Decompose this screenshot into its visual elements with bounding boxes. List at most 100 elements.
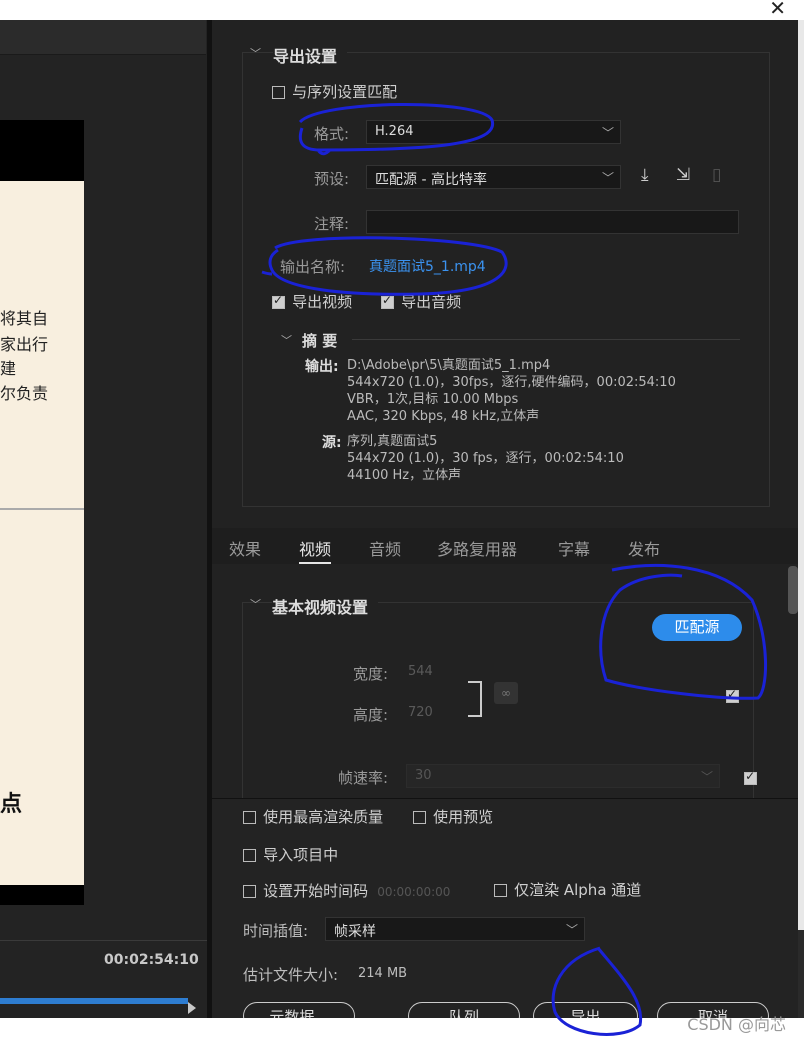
summary-line: VBR，1次,目标 10.00 Mbps <box>347 392 519 407</box>
window-edge-dark <box>798 930 804 1020</box>
basic-video-settings-title: 基本视频设置 <box>272 594 379 618</box>
preset-dropdown[interactable]: 匹配源 - 高比特率 ﹀ <box>366 165 621 189</box>
tab-multiplexer[interactable]: 多路复用器 <box>437 536 517 560</box>
format-dropdown[interactable]: H.264 ﹀ <box>366 120 621 144</box>
start-timecode-value[interactable]: 00:00:00:00 <box>377 885 450 899</box>
max-render-quality-label: 使用最高渲染质量 <box>263 808 384 826</box>
timeline-progress-bar[interactable] <box>0 998 188 1004</box>
max-render-quality-checkbox[interactable]: 使用最高渲染质量 <box>243 806 383 827</box>
playhead-icon[interactable] <box>188 1002 196 1014</box>
checkbox-icon[interactable] <box>413 811 426 824</box>
window-bottom-bar <box>0 1018 804 1042</box>
summary-line: 544x720 (1.0)，30fps，逐行,硬件编码，00:02:54:10 <box>347 375 676 390</box>
export-audio-checkbox[interactable]: 导出音频 <box>381 291 461 312</box>
summary-source-label: 源: <box>322 435 342 451</box>
set-start-timecode-label: 设置开始时间码 <box>263 882 369 900</box>
chevron-down-icon[interactable]: ﹀ <box>281 332 292 348</box>
frame-rate-value: 30 <box>415 768 432 783</box>
file-size-label: 估计文件大小: <box>243 966 339 984</box>
chevron-down-icon[interactable]: ﹀ <box>250 596 261 612</box>
summary-line: 序列,真题面试5 <box>347 434 438 449</box>
comments-label: 注释: <box>314 215 350 233</box>
chevron-down-icon: ﹀ <box>565 923 578 937</box>
preset-value: 匹配源 - 高比特率 <box>375 172 487 188</box>
width-value[interactable]: 544 <box>408 664 433 679</box>
frame-rate-override-checkbox[interactable] <box>744 769 758 785</box>
checkbox-icon[interactable] <box>272 86 285 99</box>
divider <box>0 940 208 941</box>
checkbox-checked-icon[interactable] <box>272 293 285 309</box>
export-video-label: 导出视频 <box>292 293 353 311</box>
video-content <box>0 181 84 885</box>
checkbox-icon[interactable] <box>243 849 256 862</box>
doc-text-line: 家出行 <box>0 335 49 354</box>
output-name-link[interactable]: 真题面试5_1.mp4 <box>369 256 486 276</box>
summary-output-lines: D:\Adobe\pr\5\真题面试5_1.mp4 544x720 (1.0)，… <box>347 357 676 425</box>
doc-heading-text: 点 <box>0 792 23 817</box>
doc-text-line: 建 <box>0 359 17 378</box>
checkbox-icon[interactable] <box>243 811 256 824</box>
doc-text-line: 将其自 <box>0 309 49 328</box>
settings-scrollbar[interactable] <box>788 566 798 614</box>
doc-text-line: 尔负责 <box>0 384 49 403</box>
time-interpolation-label: 时间插值: <box>243 922 309 940</box>
width-label: 宽度: <box>353 665 389 683</box>
preset-label: 预设: <box>314 170 350 188</box>
tab-audio[interactable]: 音频 <box>369 536 401 560</box>
set-start-timecode-checkbox[interactable]: 设置开始时间码 00:00:00:00 <box>243 880 450 901</box>
doc-divider <box>0 508 84 510</box>
format-label: 格式: <box>314 125 350 143</box>
tab-publish[interactable]: 发布 <box>628 536 660 560</box>
import-preset-icon[interactable]: ⇲ <box>676 165 690 185</box>
match-sequence-checkbox[interactable]: 与序列设置匹配 <box>272 81 397 102</box>
delete-preset-icon[interactable]: ▯ <box>712 165 721 185</box>
tab-video[interactable]: 视频 <box>299 536 332 564</box>
export-settings-title: 导出设置 <box>273 43 348 67</box>
chevron-down-icon: ﹀ <box>601 171 614 185</box>
chevron-down-icon: ﹀ <box>700 770 713 784</box>
window-top-bar <box>0 0 804 20</box>
alpha-only-label: 仅渲染 Alpha 通道 <box>514 881 642 899</box>
close-icon[interactable]: ✕ <box>769 0 786 20</box>
window-edge <box>798 20 804 1020</box>
frame-rate-label: 帧速率: <box>338 769 389 787</box>
match-sequence-label: 与序列设置匹配 <box>292 83 398 101</box>
import-project-label: 导入项目中 <box>263 846 339 864</box>
frame-rate-dropdown[interactable]: 30 ﹀ <box>406 764 720 788</box>
export-options-footer <box>212 798 804 1021</box>
checkbox-checked-icon[interactable] <box>381 293 394 309</box>
export-video-checkbox[interactable]: 导出视频 <box>272 291 352 312</box>
time-interpolation-value: 帧采样 <box>334 924 376 940</box>
height-label: 高度: <box>353 706 389 724</box>
export-audio-label: 导出音频 <box>401 293 462 311</box>
summary-line: 44100 Hz，立体声 <box>347 468 462 483</box>
comments-input[interactable] <box>366 210 739 234</box>
tab-captions[interactable]: 字幕 <box>558 536 590 560</box>
summary-line: D:\Adobe\pr\5\真题面试5_1.mp4 <box>347 358 551 373</box>
aspect-bracket <box>468 681 482 717</box>
summary-output-label: 输出: <box>305 359 339 375</box>
chevron-down-icon[interactable]: ﹀ <box>250 45 261 61</box>
summary-divider <box>352 339 740 340</box>
timecode-display: 00:02:54:10 <box>104 952 199 968</box>
match-source-button[interactable]: 匹配源 <box>652 614 742 641</box>
summary-line: AAC, 320 Kbps, 48 kHz,立体声 <box>347 409 540 424</box>
height-value[interactable]: 720 <box>408 705 433 720</box>
save-preset-icon[interactable]: ⤓ <box>641 165 649 185</box>
checkbox-icon[interactable] <box>243 885 256 898</box>
checkbox-icon[interactable] <box>494 884 507 897</box>
time-interpolation-dropdown[interactable]: 帧采样 ﹀ <box>325 917 585 941</box>
file-size-value: 214 MB <box>358 966 408 981</box>
output-name-label: 输出名称: <box>280 258 346 276</box>
alpha-only-checkbox[interactable]: 仅渲染 Alpha 通道 <box>494 879 641 900</box>
use-preview-checkbox[interactable]: 使用预览 <box>413 806 493 827</box>
tab-effects[interactable]: 效果 <box>229 536 261 560</box>
dimension-override-checkbox[interactable] <box>726 687 739 703</box>
summary-source-lines: 序列,真题面试5 544x720 (1.0)，30 fps，逐行，00:02:5… <box>347 433 624 484</box>
use-preview-label: 使用预览 <box>433 808 494 826</box>
summary-title: 摘 要 <box>302 332 338 350</box>
preview-tabs-header <box>0 20 206 55</box>
link-icon[interactable]: ∞ <box>494 682 518 704</box>
format-value: H.264 <box>375 124 414 139</box>
import-project-checkbox[interactable]: 导入项目中 <box>243 844 338 865</box>
